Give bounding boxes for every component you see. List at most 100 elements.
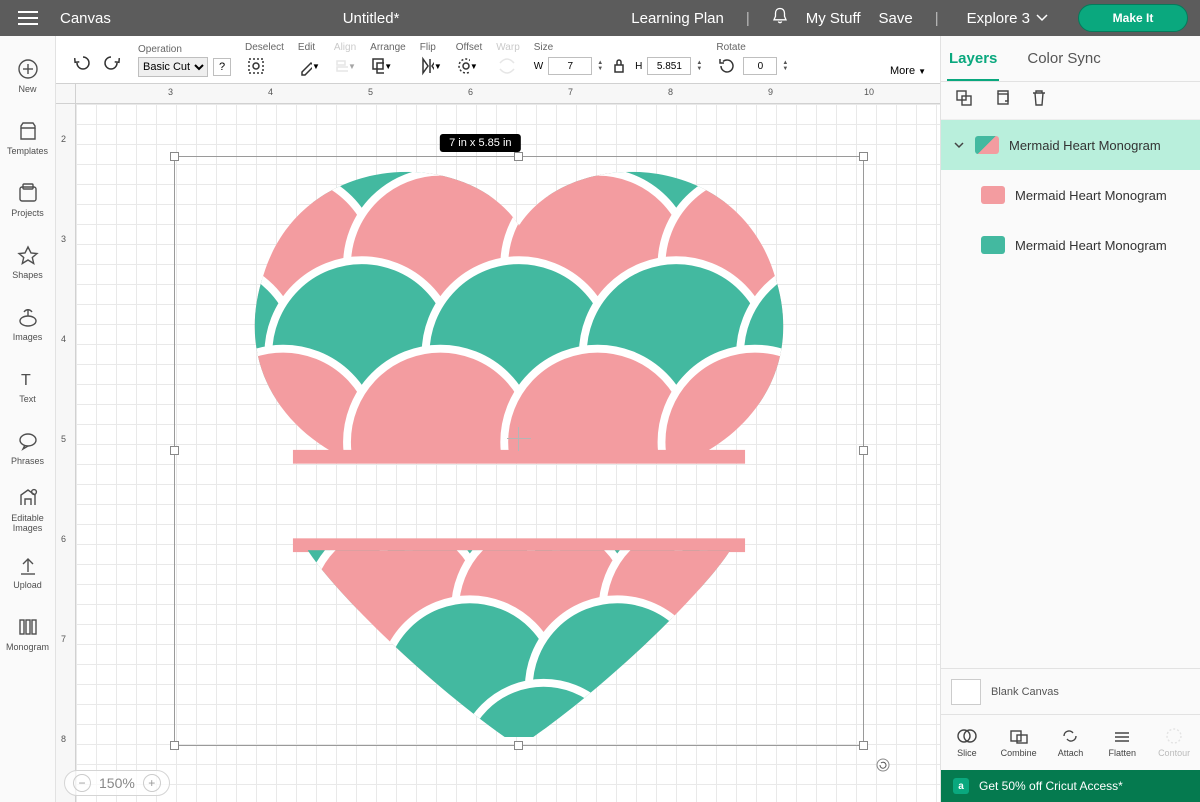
rail-label: Projects bbox=[11, 208, 44, 218]
save-button[interactable]: Save bbox=[879, 10, 913, 27]
action-contour: Contour bbox=[1150, 727, 1198, 758]
action-combine[interactable]: Combine bbox=[995, 727, 1043, 758]
resize-handle[interactable] bbox=[514, 741, 523, 750]
action-attach[interactable]: Attach bbox=[1046, 727, 1094, 758]
rail-upload[interactable]: Upload bbox=[0, 542, 56, 602]
delete-icon[interactable] bbox=[1031, 89, 1047, 112]
zoom-in-button[interactable]: + bbox=[143, 774, 161, 792]
make-it-button[interactable]: Make It bbox=[1078, 4, 1188, 32]
flip-label: Flip bbox=[420, 42, 442, 53]
rail-label: Shapes bbox=[12, 270, 43, 280]
offset-button[interactable]: ▼ bbox=[456, 55, 478, 77]
layer-name: Mermaid Heart Monogram bbox=[1009, 138, 1161, 153]
more-button[interactable]: More▼ bbox=[890, 65, 926, 77]
canvas-color-swatch[interactable] bbox=[951, 679, 981, 705]
layer-actions: Slice Combine Attach Flatten Contour bbox=[941, 714, 1200, 770]
undo-button[interactable] bbox=[70, 51, 92, 73]
zoom-out-button[interactable]: − bbox=[73, 774, 91, 792]
rail-label: New bbox=[18, 84, 36, 94]
rotate-input[interactable] bbox=[743, 57, 777, 75]
duplicate-icon[interactable] bbox=[993, 89, 1011, 112]
rotate-icon[interactable] bbox=[716, 55, 738, 77]
blank-canvas-label: Blank Canvas bbox=[991, 686, 1059, 698]
rail-label: Monogram bbox=[6, 642, 49, 652]
h-label: H bbox=[635, 61, 642, 72]
resize-handle[interactable] bbox=[170, 152, 179, 161]
zoom-control[interactable]: − 150% + bbox=[64, 770, 170, 796]
rail-monogram[interactable]: Monogram bbox=[0, 604, 56, 664]
more-label: More bbox=[890, 65, 915, 77]
align-label: Align bbox=[334, 42, 356, 53]
right-panel: Layers Color Sync Mermaid Heart Monogram… bbox=[940, 36, 1200, 802]
resize-handle[interactable] bbox=[859, 446, 868, 455]
action-slice[interactable]: Slice bbox=[943, 727, 991, 758]
ruler-vertical: 2 3 4 5 6 7 8 bbox=[56, 104, 76, 802]
promo-banner[interactable]: a Get 50% off Cricut Access* bbox=[941, 770, 1200, 802]
arrange-button[interactable]: ▼ bbox=[370, 55, 392, 77]
action-flatten[interactable]: Flatten bbox=[1098, 727, 1146, 758]
notifications-icon[interactable] bbox=[772, 7, 788, 29]
edit-button[interactable]: ▼ bbox=[298, 55, 320, 77]
rail-label: Upload bbox=[13, 580, 42, 590]
learning-plan-link[interactable]: Learning Plan bbox=[631, 10, 724, 27]
rail-images[interactable]: Images bbox=[0, 294, 56, 354]
width-stepper[interactable]: ▲▼ bbox=[597, 60, 603, 72]
dimension-badge: 7 in x 5.85 in bbox=[440, 134, 520, 152]
layer-swatch bbox=[975, 136, 999, 154]
tab-color-sync[interactable]: Color Sync bbox=[1025, 38, 1102, 79]
width-input[interactable] bbox=[548, 57, 592, 75]
rail-phrases[interactable]: Phrases bbox=[0, 418, 56, 478]
promo-text: Get 50% off Cricut Access* bbox=[979, 779, 1123, 793]
layer-row[interactable]: Mermaid Heart Monogram bbox=[941, 220, 1200, 270]
center-crosshair bbox=[507, 427, 531, 451]
rotate-handle[interactable] bbox=[875, 757, 891, 773]
selection-box[interactable] bbox=[174, 156, 864, 746]
operation-select[interactable]: Basic Cut bbox=[138, 57, 208, 77]
operation-help[interactable]: ? bbox=[213, 58, 231, 76]
layer-row[interactable]: Mermaid Heart Monogram bbox=[941, 120, 1200, 170]
machine-selector[interactable]: Explore 3 bbox=[967, 10, 1048, 27]
machine-name: Explore 3 bbox=[967, 10, 1030, 27]
left-tool-rail: New Templates Projects Shapes Images T T… bbox=[0, 36, 56, 802]
rotate-stepper[interactable]: ▲▼ bbox=[782, 60, 788, 72]
chevron-down-icon[interactable] bbox=[953, 139, 965, 151]
operation-group: Operation Basic Cut ? bbox=[138, 44, 231, 77]
lock-aspect-icon[interactable] bbox=[608, 55, 630, 77]
layer-name: Mermaid Heart Monogram bbox=[1015, 188, 1167, 203]
rail-templates[interactable]: Templates bbox=[0, 108, 56, 168]
canvas-area[interactable]: 3 4 5 6 7 8 9 10 2 3 4 5 6 7 8 7 in x 5.… bbox=[56, 84, 940, 802]
rail-new[interactable]: New bbox=[0, 46, 56, 106]
my-stuff-link[interactable]: My Stuff bbox=[806, 10, 861, 27]
blank-canvas-row[interactable]: Blank Canvas bbox=[941, 668, 1200, 714]
tab-layers[interactable]: Layers bbox=[947, 38, 999, 81]
rail-editable-images[interactable]: Editable Images bbox=[0, 480, 56, 540]
redo-button[interactable] bbox=[102, 51, 124, 73]
height-stepper[interactable]: ▲▼ bbox=[696, 60, 702, 72]
layer-row[interactable]: Mermaid Heart Monogram bbox=[941, 170, 1200, 220]
layer-swatch bbox=[981, 186, 1005, 204]
edit-label: Edit bbox=[298, 42, 320, 53]
ruler-corner bbox=[56, 84, 76, 104]
warp-button bbox=[496, 55, 518, 77]
resize-handle[interactable] bbox=[859, 152, 868, 161]
operation-label: Operation bbox=[138, 44, 231, 55]
rail-label: Templates bbox=[7, 146, 48, 156]
resize-handle[interactable] bbox=[514, 152, 523, 161]
project-title[interactable]: Untitled* bbox=[111, 10, 631, 27]
deselect-button[interactable] bbox=[245, 55, 267, 77]
resize-handle[interactable] bbox=[859, 741, 868, 750]
app-label: Canvas bbox=[60, 10, 111, 27]
height-input[interactable] bbox=[647, 57, 691, 75]
rail-shapes[interactable]: Shapes bbox=[0, 232, 56, 292]
resize-handle[interactable] bbox=[170, 741, 179, 750]
rail-projects[interactable]: Projects bbox=[0, 170, 56, 230]
group-icon[interactable] bbox=[955, 89, 973, 112]
rotate-label: Rotate bbox=[716, 42, 788, 53]
deselect-label: Deselect bbox=[245, 42, 284, 53]
w-label: W bbox=[534, 61, 543, 72]
flip-button[interactable]: ▼ bbox=[420, 55, 442, 77]
menu-button[interactable] bbox=[0, 10, 56, 26]
resize-handle[interactable] bbox=[170, 446, 179, 455]
rail-text[interactable]: T Text bbox=[0, 356, 56, 416]
arrange-label: Arrange bbox=[370, 42, 406, 53]
